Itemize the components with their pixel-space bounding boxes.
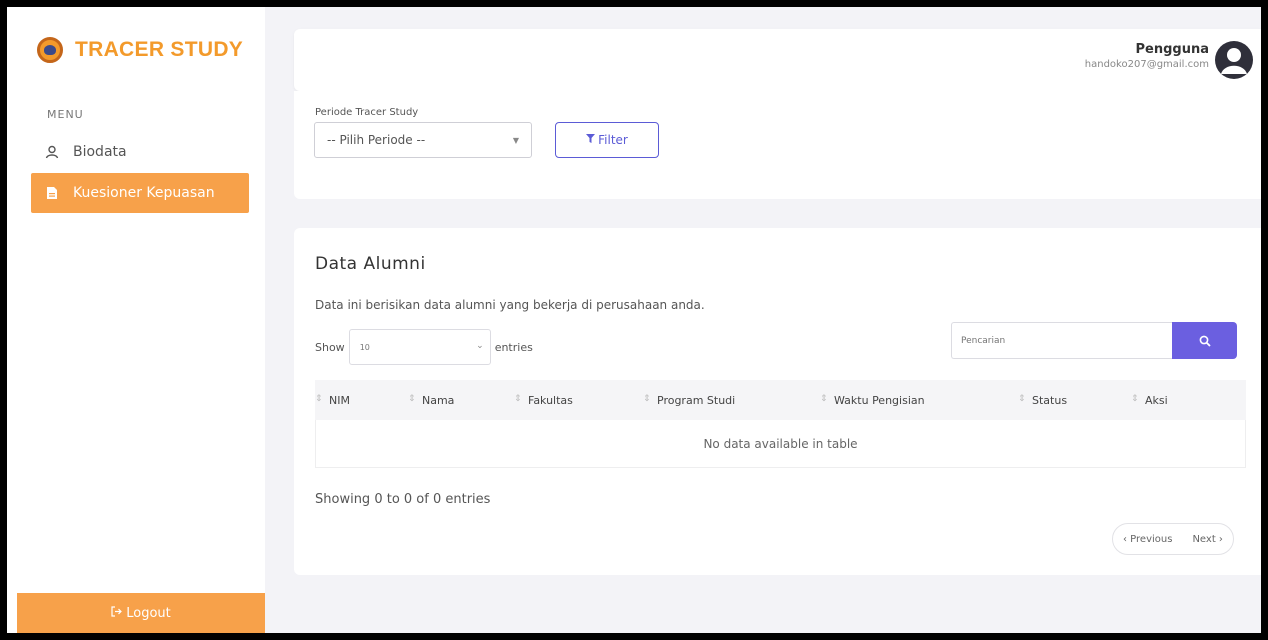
filter-button[interactable]: Filter [555, 122, 659, 158]
sidebar-item-biodata[interactable]: Biodata [31, 132, 249, 172]
previous-page-button[interactable]: ‹ Previous [1113, 524, 1182, 554]
chevron-down-icon: ▼ [512, 136, 519, 145]
chevron-down-icon: ⌄ [476, 341, 484, 351]
search-bar [951, 322, 1237, 359]
column-header-aksi[interactable]: ⇕ Aksi [1131, 394, 1211, 407]
pagination: ‹ Previous Next › [1112, 523, 1234, 555]
brand[interactable]: TRACER STUDY [37, 37, 243, 63]
search-icon [1199, 335, 1211, 347]
user-email: handoko207@gmail.com [1084, 59, 1209, 70]
menu-label: MENU [47, 108, 84, 121]
sort-icon: ⇕ [408, 393, 416, 404]
user-avatar-icon [1221, 48, 1247, 74]
period-label: Periode Tracer Study [315, 107, 419, 118]
column-header-nim[interactable]: ⇕ NIM [315, 394, 408, 407]
sidebar-item-label: Kuesioner Kepuasan [73, 185, 215, 201]
sort-icon: ⇕ [820, 393, 828, 404]
avatar[interactable] [1215, 41, 1253, 79]
brand-logo-icon [37, 37, 63, 63]
column-header-waktu-pengisian[interactable]: ⇕ Waktu Pengisian [820, 394, 1018, 407]
next-page-button[interactable]: Next › [1182, 524, 1232, 554]
top-bar: Pengguna handoko207@gmail.com [294, 29, 1261, 91]
entries-select[interactable]: 10 ⌄ [348, 329, 491, 365]
filter-icon [586, 134, 596, 146]
table-info: Showing 0 to 0 of 0 entries [315, 492, 491, 507]
user-icon [45, 145, 59, 159]
user-role: Pengguna [1135, 42, 1210, 57]
document-icon [45, 186, 59, 200]
app-frame: TRACER STUDY MENU Biodata Kuesioner Kepu… [7, 7, 1261, 633]
card-title: Data Alumni [315, 254, 426, 274]
sort-icon: ⇕ [1131, 393, 1139, 404]
column-header-program-studi[interactable]: ⇕ Program Studi [643, 394, 820, 407]
filter-panel: Periode Tracer Study -- Pilih Periode --… [294, 91, 1261, 199]
sidebar: TRACER STUDY MENU Biodata Kuesioner Kepu… [7, 7, 265, 633]
filter-button-label: Filter [598, 133, 628, 147]
sidebar-item-kuesioner-kepuasan[interactable]: Kuesioner Kepuasan [31, 173, 249, 213]
table-empty-row: No data available in table [315, 420, 1246, 468]
logout-icon [111, 605, 123, 621]
brand-title: TRACER STUDY [75, 38, 244, 61]
entries-label: entries [494, 340, 533, 354]
data-alumni-card: Data Alumni Data ini berisikan data alum… [294, 228, 1261, 575]
entries-select-value: 10 [359, 342, 370, 352]
sort-icon: ⇕ [514, 393, 522, 404]
user-info[interactable]: Pengguna handoko207@gmail.com [1085, 42, 1209, 70]
card-description: Data ini berisikan data alumni yang beke… [315, 298, 705, 312]
period-select-value: -- Pilih Periode -- [327, 133, 426, 147]
search-input[interactable] [951, 322, 1172, 359]
alumni-table: ⇕ NIM ⇕ Nama ⇕ Fakultas ⇕ Program Studi ⇕ Wak… [315, 380, 1246, 468]
sort-icon: ⇕ [643, 393, 651, 404]
show-label: Show [315, 340, 345, 354]
period-select[interactable]: -- Pilih Periode -- ▼ [314, 122, 532, 158]
search-button[interactable] [1172, 322, 1237, 359]
logout-button[interactable]: Logout [17, 593, 265, 633]
column-header-fakultas[interactable]: ⇕ Fakultas [514, 394, 643, 407]
sort-icon: ⇕ [315, 393, 323, 404]
sidebar-item-label: Biodata [73, 144, 127, 160]
column-header-nama[interactable]: ⇕ Nama [408, 394, 514, 407]
entries-control: Show 10 ⌄ entries [315, 329, 533, 365]
column-header-status[interactable]: ⇕ Status [1018, 394, 1131, 407]
table-header: ⇕ NIM ⇕ Nama ⇕ Fakultas ⇕ Program Studi ⇕ Wak… [315, 380, 1246, 420]
logout-label: Logout [126, 605, 171, 621]
sort-icon: ⇕ [1018, 393, 1026, 404]
